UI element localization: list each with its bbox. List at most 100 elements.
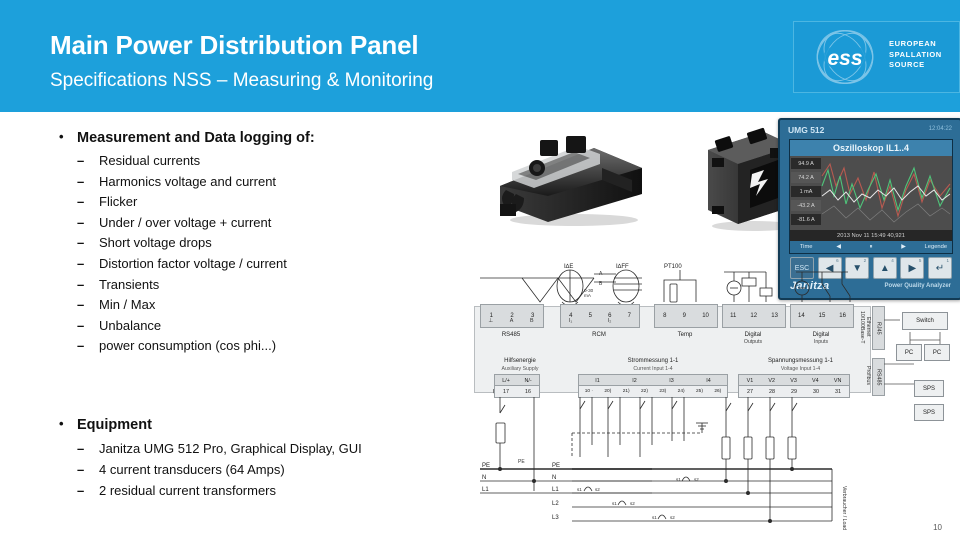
phase-label: N [482,475,486,481]
terminal-number: 16 [839,313,846,319]
terminal-group-label-rcm: RCM [560,332,638,339]
slide: Main Power Distribution Panel Specificat… [0,0,960,540]
terminal-block-digital-inputs: 14 15 16 [790,304,854,328]
panel-clock-label: 12:04:22 [928,126,952,132]
y-label: 1 mA [791,186,821,197]
softkey-time[interactable]: Time [790,244,822,250]
terminal-group-title: RS485 [501,332,521,338]
ethernet-port-label: Ethernet 10/100Base-T [859,310,871,344]
wiring-diagram: I∆E I∆FF PT100 0-30 mA A B UMG 512 1 2 3… [466,262,960,540]
profibus-port-label: Profibus [865,366,871,386]
terminal-sublabels-rcm: I₁ I₂ [560,318,638,324]
list-item: – Under / over voltage + current [47,215,467,230]
list-item: – Distortion factor voltage / current [47,256,467,271]
list-item: – Transients [47,277,467,292]
network-box-pc-1[interactable]: PC [896,344,922,361]
ess-logo-icon: ess [816,30,874,84]
dash-icon: – [77,194,85,210]
panel-model-label: UMG 512 [788,125,825,135]
terminal-number: 11 [730,313,737,319]
panel-screen[interactable]: Oszilloskop IL1..4 94.9 A 74.2 A 1 mA -4… [789,139,953,254]
list-item: – Flicker [47,194,467,209]
dash-icon: – [77,441,85,456]
list-item-label: Unbalance [99,317,162,333]
terminal-label: VN [833,377,842,384]
equipment-heading-label: Equipment [77,417,152,433]
terminal-label: I3 [669,377,674,384]
terminal-number: 17 [503,388,509,395]
terminal-group-title: Temp [677,332,693,338]
terminal-number: 25) [696,389,703,394]
phase-label: PE [552,463,560,469]
network-box-switch[interactable]: Switch [902,312,948,330]
list-item: – Residual currents [47,153,467,168]
ess-logo: ess EUROPEAN SPALLATION SOURCE [793,21,960,93]
terminal-group-subtitle: Inputs [813,339,829,345]
list-item: – Janitza UMG 512 Pro, Graphical Display… [47,441,467,456]
ct-terminal-label: s1 [612,501,617,506]
terminal-number: 29 [791,388,797,395]
terminal-sublabel: I₂ [607,318,612,324]
group-subtitle: Voltage Input 1-4 [780,365,821,372]
list-item-label: Residual currents [99,153,201,168]
measurement-heading: • Measurement and Data logging of: [47,129,467,146]
dash-icon: – [77,276,85,292]
softkey-prev[interactable]: ◀ [822,244,854,250]
load-label: Verbraucher / Load [841,485,847,531]
page-title: Main Power Distribution Panel [50,30,419,60]
ct-terminal-label: s1 [652,515,657,520]
y-label: 74.2 A [791,172,821,183]
y-label: -43.2 A [791,200,821,211]
equipment-heading: • Equipment [47,416,467,433]
symbol-label: PT100 [664,264,682,270]
bullet-icon: • [59,129,64,144]
network-box-sps-1[interactable]: SPS [914,380,944,397]
terminal-number: 30 [813,388,819,395]
phase-label: L1 [552,487,559,493]
terminal-sublabels-rs485: ⊥ A B [480,318,542,324]
ct-terminal-label: s2 [595,487,600,492]
equipment-section: • Equipment – Janitza UMG 512 Pro, Graph… [47,416,467,504]
list-item-label: 4 current transducers (64 Amps) [99,462,285,477]
list-item-label: power consumption (cos phi...) [99,338,277,354]
list-item: – 2 residual current transformers [47,483,467,498]
ct-terminal-label: s2 [670,515,675,520]
terminal-label: I4 [706,377,711,384]
phase-label: PE [482,463,490,469]
list-item: – power consumption (cos phi...) [47,338,467,353]
softkey-pause[interactable]: ⏸ [855,244,887,251]
dash-icon: – [77,173,85,189]
list-item: – 4 current transducers (64 Amps) [47,462,467,477]
panel-top-bar: UMG 512 12:04:22 [788,125,952,137]
terminal-group-label-rs485: RS485 [480,332,542,339]
screen-title: Oszilloskop IL1..4 [790,140,952,156]
terminal-number: 22) [641,389,648,394]
terminal-label: N/- [524,377,532,384]
network-box-sps-2[interactable]: SPS [914,404,944,421]
terminal-label: L/+ [502,377,510,384]
symbol-label: I∆FF [616,263,629,270]
group-title: Hilfsenergie [504,358,536,364]
terminal-group-subtitle: Outputs [743,339,763,345]
terminal-label: I1 [595,377,600,384]
dash-icon: – [77,297,85,313]
svg-text:ess: ess [827,47,862,70]
dash-icon: – [77,235,85,251]
measurement-section: • Measurement and Data logging of: – Res… [47,129,467,359]
terminal-number: 10 [702,313,709,319]
logo-line-2: SPALLATION [889,49,942,59]
group-subtitle: Current Input 1-4 [633,365,673,372]
softkey-legend[interactable]: Legende [920,244,952,250]
symbol-label: I∆E [564,263,573,270]
y-label: 94.9 A [791,158,821,169]
softkey-next[interactable]: ▶ [887,244,919,250]
group-title: Strommessung 1-1 [627,358,679,364]
group-title: Spannungsmessung 1-1 [767,358,834,364]
slide-header: Main Power Distribution Panel Specificat… [0,0,960,112]
network-box-pc-2[interactable]: PC [924,344,950,361]
slide-body: • Measurement and Data logging of: – Res… [0,112,470,540]
terminal-number: 26) [714,389,722,394]
illustration-column: UMG 512 12:04:22 Oszilloskop IL1..4 94.9… [460,112,960,540]
terminal-number: 9 [682,313,686,319]
dash-icon: – [77,255,85,271]
